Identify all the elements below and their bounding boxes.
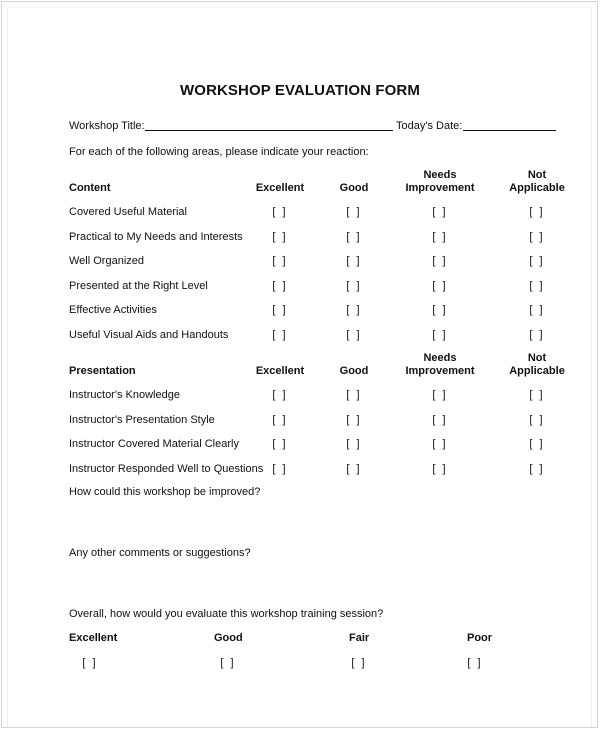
rating-checkbox[interactable]: [ ] <box>432 438 447 450</box>
question-comments: Any other comments or suggestions? <box>69 547 251 559</box>
rating-checkbox[interactable]: [ ] <box>346 280 361 292</box>
rating-checkbox[interactable]: [ ] <box>529 280 544 292</box>
row-label: Effective Activities <box>69 304 157 316</box>
column-header: Excellent <box>256 352 304 378</box>
row-label: Useful Visual Aids and Handouts <box>69 328 229 341</box>
rating-checkbox[interactable]: [ ] <box>346 255 361 267</box>
row-label: Instructor Covered Material Clearly <box>69 438 239 450</box>
rating-checkbox[interactable]: [ ] <box>346 329 361 341</box>
todays-date-label: Today's Date: <box>396 120 463 132</box>
column-header: Excellent <box>256 169 304 195</box>
page-edge-top <box>7 7 592 8</box>
rating-checkbox[interactable]: [ ] <box>346 438 361 450</box>
column-header: Good <box>340 169 369 195</box>
column-header-line1: Needs <box>423 169 457 181</box>
overall-option-label: Fair <box>349 632 370 644</box>
rating-checkbox[interactable]: [ ] <box>529 304 544 316</box>
column-header-line1: Not <box>527 352 547 364</box>
page-edge-left <box>7 7 8 727</box>
rating-checkbox[interactable]: [ ] <box>272 304 287 316</box>
rating-checkbox[interactable]: [ ] <box>346 304 361 316</box>
rating-checkbox[interactable]: [ ] <box>529 329 544 341</box>
rating-checkbox[interactable]: [ ] <box>432 463 447 475</box>
row-label: Instructor's Knowledge <box>69 389 180 401</box>
column-header-line2: Applicable <box>509 182 565 194</box>
row-label: Instructor's Presentation Style <box>69 413 215 426</box>
column-header-line1 <box>340 169 369 182</box>
column-header-line2: Excellent <box>255 182 305 194</box>
column-header-line2: Excellent <box>255 365 305 377</box>
section-heading: Content <box>69 182 111 194</box>
column-header: Needs Improvement <box>405 169 474 195</box>
row-label: Covered Useful Material <box>69 206 187 218</box>
column-header-line1 <box>256 169 304 182</box>
rating-checkbox[interactable]: [ ] <box>272 255 287 267</box>
overall-option-label: Poor <box>467 632 493 644</box>
column-header: Needs Improvement <box>405 352 474 378</box>
rating-checkbox[interactable]: [ ] <box>272 231 287 243</box>
rating-checkbox[interactable]: [ ] <box>272 438 287 450</box>
rating-checkbox[interactable]: [ ] <box>346 206 361 218</box>
rating-checkbox[interactable]: [ ] <box>432 231 447 243</box>
overall-option-checkbox[interactable]: [ ] <box>467 657 482 669</box>
rating-checkbox[interactable]: [ ] <box>272 206 287 218</box>
row-label: Practical to My Needs and Interests <box>69 230 243 243</box>
rating-checkbox[interactable]: [ ] <box>346 463 361 475</box>
column-header-line2: Improvement <box>405 365 475 377</box>
rating-checkbox[interactable]: [ ] <box>432 414 447 426</box>
rating-checkbox[interactable]: [ ] <box>272 389 287 401</box>
rating-checkbox[interactable]: [ ] <box>346 389 361 401</box>
overall-option-checkbox[interactable]: [ ] <box>351 657 366 669</box>
rating-checkbox[interactable]: [ ] <box>346 414 361 426</box>
rating-checkbox[interactable]: [ ] <box>432 206 447 218</box>
column-header-line1 <box>340 352 369 365</box>
overall-option-label: Good <box>214 632 243 644</box>
rating-checkbox[interactable]: [ ] <box>272 280 287 292</box>
column-header: Good <box>340 352 369 378</box>
form-title: WORKSHOP EVALUATION FORM <box>180 82 420 99</box>
page-edge-right <box>591 7 592 727</box>
rating-checkbox[interactable]: [ ] <box>432 389 447 401</box>
rating-checkbox[interactable]: [ ] <box>272 414 287 426</box>
column-header-line1: Not <box>527 169 547 181</box>
rating-checkbox[interactable]: [ ] <box>529 231 544 243</box>
rating-checkbox[interactable]: [ ] <box>529 255 544 267</box>
workshop-title-field[interactable] <box>145 130 393 131</box>
rating-checkbox[interactable]: [ ] <box>529 414 544 426</box>
row-label: Presented at the Right Level <box>69 279 208 292</box>
rating-checkbox[interactable]: [ ] <box>432 280 447 292</box>
question-overall: Overall, how would you evaluate this wor… <box>69 608 384 620</box>
overall-option-checkbox[interactable]: [ ] <box>220 657 235 669</box>
overall-option-checkbox[interactable]: [ ] <box>82 657 97 669</box>
rating-checkbox[interactable]: [ ] <box>529 389 544 401</box>
workshop-title-label: Workshop Title: <box>69 120 145 132</box>
rating-checkbox[interactable]: [ ] <box>529 463 544 475</box>
overall-option-label: Excellent <box>69 632 118 644</box>
rating-checkbox[interactable]: [ ] <box>529 206 544 218</box>
rating-checkbox[interactable]: [ ] <box>432 255 447 267</box>
rating-checkbox[interactable]: [ ] <box>272 463 287 475</box>
column-header-line2: Improvement <box>405 182 475 194</box>
column-header-line1 <box>256 352 304 365</box>
rating-checkbox[interactable]: [ ] <box>432 304 447 316</box>
column-header: Not Applicable <box>509 352 565 378</box>
rating-checkbox[interactable]: [ ] <box>346 231 361 243</box>
section-heading: Presentation <box>69 365 136 377</box>
rating-checkbox[interactable]: [ ] <box>432 329 447 341</box>
column-header-line2: Good <box>339 182 369 194</box>
column-header-line2: Good <box>339 365 369 377</box>
rating-checkbox[interactable]: [ ] <box>529 438 544 450</box>
rating-checkbox[interactable]: [ ] <box>272 329 287 341</box>
question-improve: How could this workshop be improved? <box>69 486 261 498</box>
row-label: Well Organized <box>69 255 144 267</box>
column-header-line2: Applicable <box>509 365 565 377</box>
column-header: Not Applicable <box>509 169 565 195</box>
row-label: Instructor Responded Well to Questions <box>69 462 264 475</box>
column-header-line1: Needs <box>423 352 457 364</box>
todays-date-field[interactable] <box>463 130 556 131</box>
instructions-text: For each of the following areas, please … <box>69 146 369 158</box>
